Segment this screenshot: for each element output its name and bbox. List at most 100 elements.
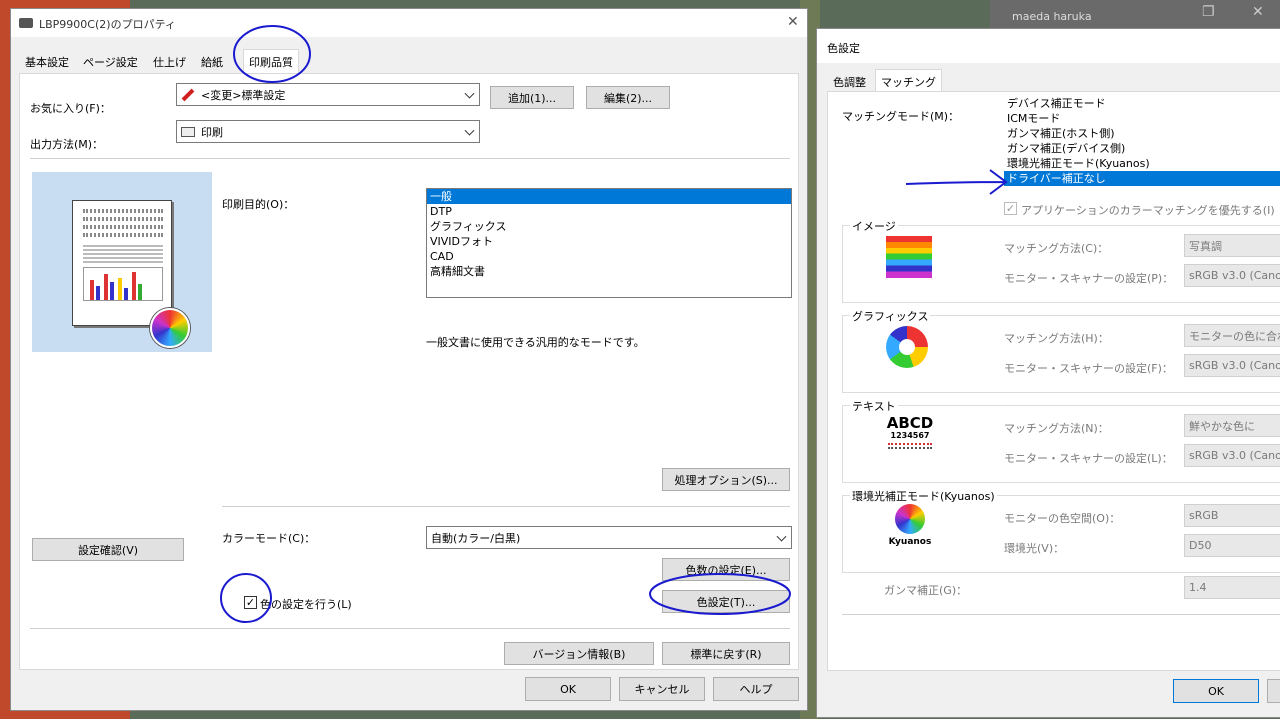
select-value: 鮮やかな色に	[1189, 419, 1255, 433]
color-mode-select[interactable]: 自動(カラー/白黒)	[426, 526, 792, 549]
text-monitor-label: モニター・スキャナーの設定(L)：	[1004, 452, 1173, 465]
graphics-monitor-select[interactable]: sRGB v3.0 (Canon	[1184, 354, 1280, 377]
button-label: ヘルプ	[739, 683, 773, 696]
list-item[interactable]: 高精細文書	[427, 264, 791, 279]
list-item[interactable]: デバイス補正モード	[1004, 96, 1280, 111]
tab-strip: 基本設定 ページ設定 仕上げ 給紙 印刷品質	[19, 49, 419, 75]
list-item[interactable]: CAD	[427, 249, 791, 264]
cancel-button-partial[interactable]	[1267, 679, 1280, 703]
tab-label: 色調整	[833, 76, 866, 89]
edit-favorite-button[interactable]: 編集(2)...	[586, 86, 670, 109]
document-preview-image	[72, 200, 172, 326]
button-label: 色設定(T)...	[696, 595, 756, 609]
close-icon[interactable]: ✕	[787, 14, 799, 30]
print-purpose-list[interactable]: 一般 DTP グラフィックス VIVIDフォト CAD 高精細文書	[426, 188, 792, 298]
button-label: 標準に戻す(R)	[690, 647, 762, 661]
select-value: sRGB v3.0 (Canon	[1189, 359, 1280, 372]
color-palette-icon	[150, 308, 190, 348]
ambient-light-label: 環境光(V)：	[1004, 542, 1065, 555]
color-setting-button[interactable]: 色設定(T)...	[662, 590, 790, 613]
restore-icon[interactable]: ❐	[1202, 4, 1215, 20]
version-info-button[interactable]: バージョン情報(B)	[504, 642, 654, 665]
add-favorite-button[interactable]: 追加(1)...	[490, 86, 574, 109]
text-group-title: テキスト	[850, 398, 898, 414]
tab-label: マッチング	[881, 75, 936, 89]
ambient-light-select[interactable]: D50	[1184, 534, 1280, 557]
restore-defaults-button[interactable]: 標準に戻す(R)	[662, 642, 790, 665]
list-item[interactable]: ガンマ補正(デバイス側)	[1004, 141, 1280, 156]
select-value: 写真調	[1189, 239, 1222, 253]
gamma-select[interactable]: 1.4	[1184, 576, 1280, 599]
ok-button[interactable]: OK	[1173, 679, 1259, 703]
color-count-button[interactable]: 色数の設定(E)...	[662, 558, 790, 581]
color-wheel-icon	[895, 504, 925, 534]
text-monitor-select[interactable]: sRGB v3.0 (Canon	[1184, 444, 1280, 467]
chevron-down-icon	[464, 125, 475, 136]
list-item[interactable]: DTP	[427, 204, 791, 219]
image-group-title: イメージ	[850, 218, 898, 234]
select-value: モニターの色に合わ	[1189, 329, 1280, 343]
list-item[interactable]: ICMモード	[1004, 111, 1280, 126]
tab-matching[interactable]: マッチング	[875, 69, 942, 93]
printer-small-icon	[181, 126, 195, 137]
gamma-label: ガンマ補正(G)：	[884, 584, 968, 597]
tab-paper-source[interactable]: 給紙	[195, 51, 229, 73]
list-item[interactable]: 環境光補正モード(Kyuanos)	[1004, 156, 1280, 171]
text-method-select[interactable]: 鮮やかな色に	[1184, 414, 1280, 437]
dialog-titlebar: 色設定	[817, 29, 1280, 63]
chevron-down-icon	[776, 531, 787, 542]
confirm-settings-button[interactable]: 設定確認(V)	[32, 538, 184, 561]
pie-chart-icon	[886, 326, 928, 368]
tab-label: 基本設定	[25, 56, 69, 69]
tab-print-quality[interactable]: 印刷品質	[243, 49, 299, 73]
color-pencils-icon	[886, 236, 932, 278]
tab-finishing[interactable]: 仕上げ	[147, 51, 192, 73]
color-mode-label: カラーモード(C)：	[222, 532, 316, 545]
help-button[interactable]: ヘルプ	[713, 677, 799, 701]
divider	[222, 506, 790, 507]
favorites-label: お気に入り(F)：	[30, 102, 111, 115]
list-item[interactable]: グラフィックス	[427, 219, 791, 234]
output-method-select[interactable]: 印刷	[176, 120, 480, 143]
close-icon[interactable]: ✕	[1252, 4, 1264, 20]
process-options-button[interactable]: 処理オプション(S)...	[662, 468, 790, 491]
color-mode-value: 自動(カラー/白黒)	[431, 531, 521, 545]
tab-basic[interactable]: 基本設定	[19, 51, 75, 73]
divider	[842, 614, 1280, 615]
graphics-monitor-label: モニター・スキャナーの設定(F)：	[1004, 362, 1173, 375]
kyuanos-logo: Kyuanos	[880, 504, 940, 554]
tab-label: 仕上げ	[153, 56, 186, 69]
dialog-titlebar: LBP9900C(2)のプロパティ ✕	[11, 9, 807, 37]
checkmark-icon: ✓	[245, 596, 256, 609]
tab-color-adjust[interactable]: 色調整	[827, 71, 872, 93]
graphics-method-select[interactable]: モニターの色に合わ	[1184, 324, 1280, 347]
output-method-value: 印刷	[201, 125, 223, 139]
tab-label: ページ設定	[83, 56, 138, 69]
image-method-select[interactable]: 写真調	[1184, 234, 1280, 257]
kyuanos-logo-text: Kyuanos	[888, 537, 932, 547]
purpose-description: 一般文書に使用できる汎用的なモードです。	[426, 336, 645, 349]
favorites-select[interactable]: <変更>標準設定	[176, 83, 480, 106]
text-sample-big: ABCD	[886, 414, 934, 432]
image-monitor-select[interactable]: sRGB v3.0 (Canon	[1184, 264, 1280, 287]
app-priority-checkbox[interactable]: ✓	[1004, 202, 1017, 215]
matching-mode-list[interactable]: デバイス補正モード ICMモード ガンマ補正(ホスト側) ガンマ補正(デバイス側…	[1004, 96, 1280, 194]
text-method-label: マッチング方法(N)：	[1004, 422, 1109, 435]
dialog-title: 色設定	[827, 42, 860, 55]
print-quality-panel: お気に入り(F)： <変更>標準設定 追加(1)... 編集(2)... 出力方…	[19, 73, 799, 670]
bar-chart-thumbnail	[83, 267, 163, 301]
color-setting-checkbox[interactable]: ✓	[244, 596, 257, 609]
list-item[interactable]: 一般	[427, 189, 791, 204]
button-label: 処理オプション(S)...	[674, 473, 778, 487]
cancel-button[interactable]: キャンセル	[619, 677, 705, 701]
button-label: OK	[560, 682, 576, 696]
kyuanos-group-title: 環境光補正モード(Kyuanos)	[850, 488, 997, 504]
list-item[interactable]: ガンマ補正(ホスト側)	[1004, 126, 1280, 141]
ok-button[interactable]: OK	[525, 677, 611, 701]
output-method-label: 出力方法(M)：	[30, 138, 104, 151]
list-item[interactable]: ドライバー補正なし	[1004, 171, 1280, 186]
list-item[interactable]: VIVIDフォト	[427, 234, 791, 249]
monitor-color-space-select[interactable]: sRGB	[1184, 504, 1280, 527]
button-label: 編集(2)...	[603, 91, 653, 105]
tab-page[interactable]: ページ設定	[77, 51, 144, 73]
